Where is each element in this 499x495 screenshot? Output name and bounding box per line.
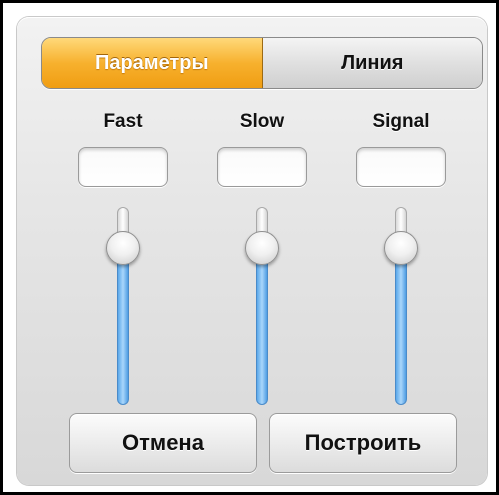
fast-field[interactable] bbox=[78, 147, 168, 187]
tab-line-label: Линия bbox=[341, 51, 404, 74]
slow-column: Slow bbox=[212, 111, 312, 187]
tab-line[interactable]: Линия bbox=[262, 38, 482, 88]
fast-slider[interactable] bbox=[103, 207, 143, 407]
tab-parameters[interactable]: Параметры bbox=[42, 38, 263, 88]
signal-slider-thumb[interactable] bbox=[384, 231, 418, 265]
cancel-button[interactable]: Отмена bbox=[69, 413, 257, 473]
window-frame: Параметры Линия Fast Slow Signal Отмена … bbox=[0, 0, 499, 495]
slow-label: Slow bbox=[239, 111, 285, 132]
signal-label: Signal bbox=[372, 111, 430, 132]
signal-slider-fill bbox=[395, 247, 407, 405]
fast-slider-fill bbox=[117, 247, 129, 405]
signal-field[interactable] bbox=[356, 147, 446, 187]
build-button[interactable]: Построить bbox=[269, 413, 457, 473]
tab-parameters-label: Параметры bbox=[94, 51, 209, 74]
settings-panel: Параметры Линия Fast Slow Signal Отмена … bbox=[17, 17, 487, 485]
fast-slider-thumb[interactable] bbox=[106, 231, 140, 265]
slow-slider-thumb[interactable] bbox=[245, 231, 279, 265]
fast-column: Fast bbox=[73, 111, 173, 187]
slow-slider[interactable] bbox=[242, 207, 282, 407]
signal-column: Signal bbox=[351, 111, 451, 187]
fast-label: Fast bbox=[103, 111, 143, 132]
slow-slider-fill bbox=[256, 247, 268, 405]
slow-field[interactable] bbox=[217, 147, 307, 187]
signal-slider[interactable] bbox=[381, 207, 421, 407]
segmented-control: Параметры Линия bbox=[41, 37, 483, 89]
